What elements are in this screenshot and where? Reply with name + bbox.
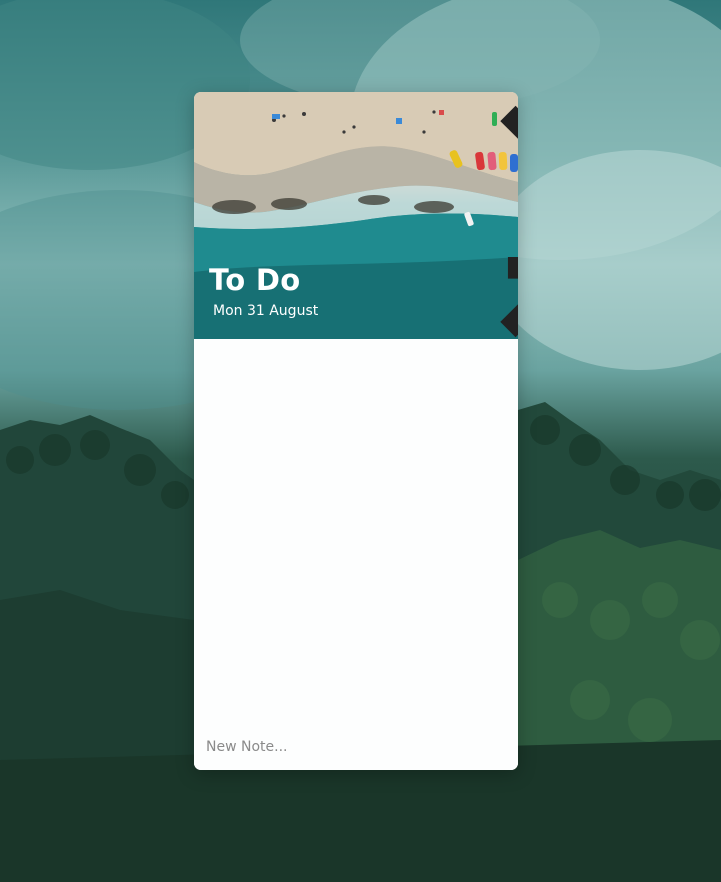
notes-list: [194, 339, 518, 770]
list-date: Mon 31 August: [213, 303, 319, 319]
desktop-wallpaper: To Do Mon 31 August: [0, 0, 721, 882]
close-icon: [500, 105, 518, 338]
header-banner: To Do Mon 31 August: [194, 92, 518, 339]
close-button[interactable]: [486, 98, 518, 338]
list-title: To Do: [209, 263, 301, 297]
window-controls: [454, 98, 518, 338]
todo-window: To Do Mon 31 August: [194, 92, 518, 770]
new-note-input[interactable]: [206, 736, 504, 758]
title-block: To Do Mon 31 August: [209, 262, 318, 319]
